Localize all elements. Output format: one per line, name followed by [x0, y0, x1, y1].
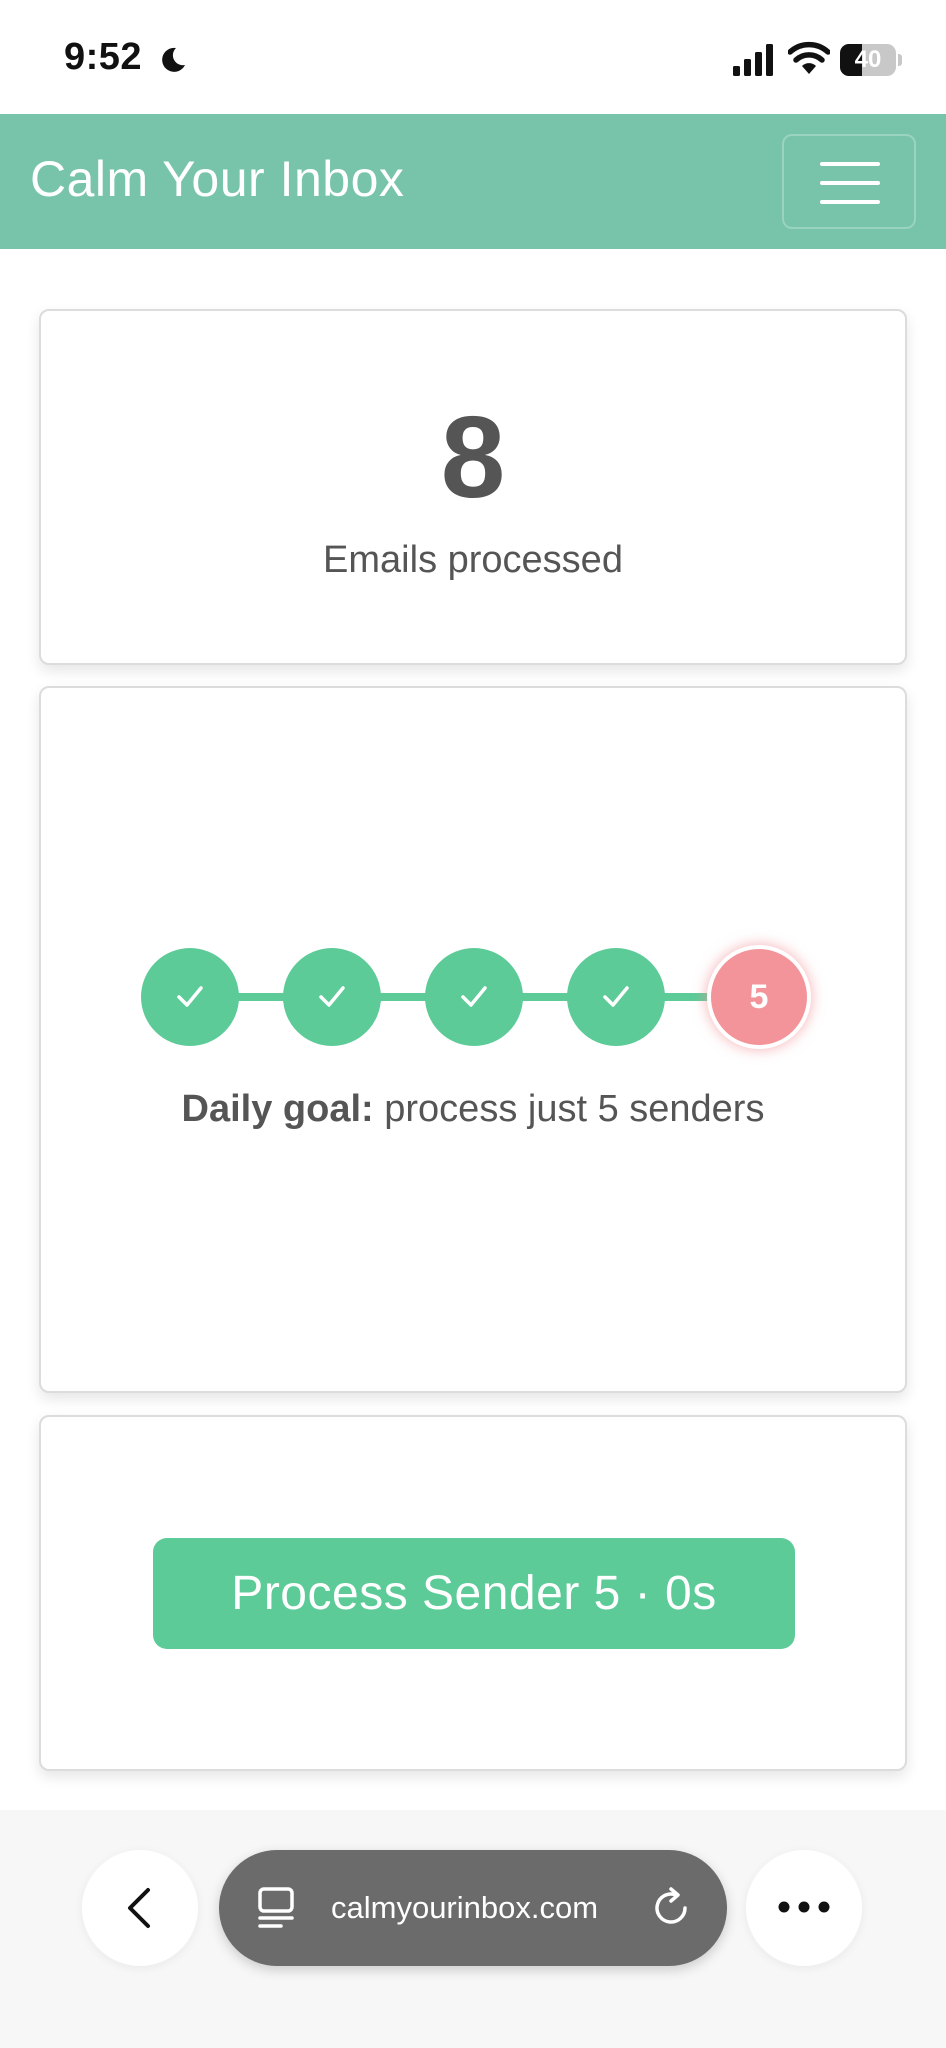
step-5-current: 5: [707, 945, 811, 1049]
menu-toggle-button[interactable]: [782, 134, 916, 229]
check-icon: [603, 986, 629, 1007]
more-options-button[interactable]: [746, 1850, 862, 1966]
navbar: Calm Your Inbox: [0, 114, 946, 249]
battery-icon: 40: [840, 44, 902, 76]
emails-processed-count: 8: [440, 392, 506, 522]
check-icon: [177, 986, 203, 1007]
brand-title[interactable]: Calm Your Inbox: [30, 150, 404, 208]
cellular-signal-icon: [733, 44, 773, 76]
chevron-left-icon: [128, 1888, 150, 1928]
wifi-icon: [788, 41, 830, 74]
check-icon: [319, 986, 345, 1007]
daily-goal-label: Daily goal:: [181, 1088, 374, 1130]
stats-card: 8 Emails processed: [39, 309, 907, 665]
daily-goal-description: process just 5 senders: [373, 1088, 765, 1130]
action-card: Process Sender 5 · 0s: [39, 1415, 907, 1771]
tabs-overview-icon[interactable]: [257, 1886, 295, 1930]
page: 9:52 40 Calm Your Inbox 8 Emails process…: [0, 0, 946, 2048]
daily-goal-card: 5 Daily goal: process just 5 senders: [39, 686, 907, 1393]
daily-goal-text: Daily goal: process just 5 senders: [41, 1088, 905, 1131]
step-1-complete: [141, 948, 239, 1046]
hamburger-icon: [820, 162, 880, 166]
step-4-complete: [567, 948, 665, 1046]
process-sender-button[interactable]: Process Sender 5 · 0s: [153, 1538, 795, 1649]
status-time: 9:52: [64, 36, 143, 78]
step-3-complete: [425, 948, 523, 1046]
moon-icon: [162, 47, 185, 72]
ellipsis-icon: [778, 1901, 830, 1913]
back-button[interactable]: [82, 1850, 198, 1966]
battery-level: 40: [854, 46, 882, 73]
check-icon: [461, 986, 487, 1007]
address-bar[interactable]: calmyourinbox.com: [219, 1850, 727, 1966]
reload-icon[interactable]: [649, 1886, 693, 1930]
step-2-complete: [283, 948, 381, 1046]
emails-processed-label: Emails processed: [323, 539, 623, 581]
goal-progress-steps: 5: [141, 945, 811, 1049]
status-bar: 9:52 40: [0, 0, 946, 114]
browser-toolbar: calmyourinbox.com: [0, 1810, 946, 2048]
url-text: calmyourinbox.com: [331, 1890, 599, 1925]
